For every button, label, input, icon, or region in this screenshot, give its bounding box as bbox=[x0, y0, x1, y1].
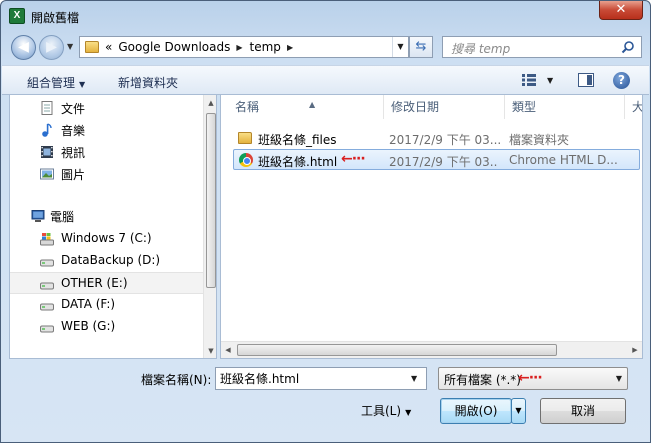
navigation-pane: 文件 音樂 視訊 圖片 電腦 Windows 7 (C:) DataBackup… bbox=[9, 95, 217, 359]
sidebar-item-videos[interactable]: 視訊 bbox=[10, 141, 203, 163]
windows-drive-icon bbox=[40, 233, 54, 246]
sidebar-item-label: DATA (F:) bbox=[61, 297, 116, 311]
sidebar-item-drive-f[interactable]: DATA (F:) bbox=[10, 294, 203, 316]
help-icon[interactable]: ? bbox=[613, 72, 630, 89]
window-title: 開啟舊檔 bbox=[31, 11, 80, 25]
file-name: 班級名條.html bbox=[258, 155, 338, 169]
address-bar[interactable]: « Google Downloads ▶ temp ▶ ▼ bbox=[79, 36, 409, 58]
new-folder-button[interactable]: 新增資料夾 bbox=[118, 74, 178, 91]
close-button[interactable]: ✕ bbox=[599, 1, 643, 20]
scroll-right-icon[interactable]: ▶ bbox=[628, 342, 642, 358]
open-button[interactable]: 開啟(O) bbox=[440, 398, 512, 424]
open-options-dropdown[interactable]: ▼ bbox=[511, 398, 526, 424]
title-bar: X 開啟舊檔 ✕ bbox=[1, 1, 650, 31]
drive-icon bbox=[40, 325, 54, 333]
open-file-dialog: X 開啟舊檔 ✕ ◀ ▶ ▼ « Google Downloads ▶ temp… bbox=[0, 0, 651, 443]
organize-label: 組合管理 bbox=[27, 76, 76, 90]
sidebar-item-computer[interactable]: 電腦 bbox=[10, 205, 203, 227]
folder-icon bbox=[85, 41, 99, 53]
address-history-dropdown[interactable]: ▼ bbox=[392, 37, 408, 57]
column-header-size[interactable]: 大 bbox=[626, 95, 642, 119]
sidebar-item-documents[interactable]: 文件 bbox=[10, 97, 203, 119]
filename-input[interactable] bbox=[215, 367, 427, 390]
excel-app-icon: X bbox=[9, 8, 25, 24]
sidebar-item-label: OTHER (E:) bbox=[61, 276, 128, 290]
scroll-up-icon[interactable]: ▲ bbox=[204, 95, 216, 111]
sidebar-item-label: 視訊 bbox=[61, 146, 86, 160]
breadcrumb-separator-icon[interactable]: ▶ bbox=[236, 43, 242, 52]
file-type-value: 所有檔案 (*.*) bbox=[444, 373, 521, 387]
recent-pages-dropdown[interactable]: ▼ bbox=[67, 42, 73, 51]
sidebar-item-label: DataBackup (D:) bbox=[61, 253, 161, 267]
annotation-arrow: ←··· bbox=[341, 151, 366, 167]
scroll-left-icon[interactable]: ◀ bbox=[221, 342, 235, 358]
tools-menu[interactable]: 工具(L) ▼ bbox=[361, 402, 411, 419]
scrollbar-thumb[interactable] bbox=[206, 113, 216, 288]
filename-history-dropdown[interactable]: ▼ bbox=[411, 374, 417, 383]
sidebar-item-label: 圖片 bbox=[61, 168, 86, 182]
column-header-type[interactable]: 類型 bbox=[506, 95, 625, 119]
sidebar-item-pictures[interactable]: 圖片 bbox=[10, 163, 203, 185]
scrollbar-thumb[interactable] bbox=[237, 344, 557, 356]
breadcrumb-separator-icon[interactable]: ▶ bbox=[287, 43, 293, 52]
file-type: Chrome HTML D... bbox=[509, 153, 618, 167]
drive-icon bbox=[40, 303, 54, 311]
refresh-button[interactable]: ⇆ bbox=[409, 36, 433, 58]
organize-menu[interactable]: 組合管理 ▼ bbox=[27, 74, 85, 91]
sidebar-item-music[interactable]: 音樂 bbox=[10, 119, 203, 141]
annotation-arrow: ←··· bbox=[518, 370, 543, 386]
file-list-pane: ▲ 名稱 修改日期 類型 大 班級名條_files 2017/2/9 下午 03… bbox=[220, 95, 643, 359]
sidebar-item-label: 文件 bbox=[61, 102, 86, 116]
breadcrumb-temp[interactable]: temp bbox=[250, 40, 281, 54]
breadcrumb-overflow[interactable]: « bbox=[105, 40, 112, 54]
tools-label: 工具(L) bbox=[361, 404, 402, 418]
document-icon bbox=[41, 101, 53, 115]
chevron-down-icon: ▼ bbox=[615, 374, 622, 383]
forward-button[interactable]: ▶ bbox=[39, 35, 64, 60]
search-input[interactable]: 搜尋 temp bbox=[442, 36, 642, 58]
file-row[interactable]: 班級名條_files 2017/2/9 下午 03... 檔案資料夾 bbox=[233, 128, 640, 149]
sidebar-item-label: 音樂 bbox=[61, 124, 86, 138]
view-options-dropdown[interactable]: ▼ bbox=[547, 76, 553, 85]
drive-icon bbox=[40, 282, 54, 290]
sidebar-item-drive-e[interactable]: OTHER (E:) bbox=[10, 272, 203, 294]
column-header-name[interactable]: ▲ 名稱 bbox=[229, 95, 384, 119]
file-row[interactable]: 班級名條.html 2017/2/9 下午 03... Chrome HTML … bbox=[233, 149, 640, 170]
column-header-label: 名稱 bbox=[235, 100, 260, 114]
chevron-down-icon: ▼ bbox=[79, 80, 86, 89]
music-icon bbox=[42, 123, 52, 137]
sidebar-item-label: 電腦 bbox=[50, 210, 75, 224]
video-icon bbox=[41, 146, 53, 158]
sort-ascending-icon: ▲ bbox=[309, 100, 316, 109]
computer-icon bbox=[31, 210, 45, 222]
file-date: 2017/2/9 下午 03... bbox=[389, 133, 501, 147]
change-view-icon[interactable] bbox=[522, 74, 536, 86]
horizontal-scrollbar[interactable]: ◀ ▶ bbox=[221, 341, 642, 358]
column-header-date[interactable]: 修改日期 bbox=[385, 95, 505, 119]
sidebar-scrollbar[interactable]: ▲ ▼ bbox=[203, 95, 216, 358]
search-icon[interactable] bbox=[621, 40, 635, 54]
chrome-icon bbox=[239, 153, 253, 167]
sidebar-item-label: Windows 7 (C:) bbox=[61, 231, 152, 245]
command-toolbar: 組合管理 ▼ 新增資料夾 ▼ ? bbox=[2, 65, 649, 95]
back-button[interactable]: ◀ bbox=[11, 35, 36, 60]
chevron-down-icon: ▼ bbox=[405, 408, 412, 417]
file-type: 檔案資料夾 bbox=[509, 133, 570, 147]
search-placeholder: 搜尋 temp bbox=[451, 42, 511, 56]
sidebar-item-drive-g[interactable]: WEB (G:) bbox=[10, 316, 203, 338]
scroll-down-icon[interactable]: ▼ bbox=[204, 343, 216, 358]
sidebar-item-drive-d[interactable]: DataBackup (D:) bbox=[10, 250, 203, 272]
preview-pane-icon[interactable] bbox=[578, 73, 594, 87]
cancel-button[interactable]: 取消 bbox=[540, 398, 626, 424]
file-name: 班級名條_files bbox=[258, 133, 337, 147]
breadcrumb-google-downloads[interactable]: Google Downloads bbox=[118, 40, 230, 54]
drive-icon bbox=[40, 259, 54, 267]
filename-label: 檔案名稱(N): bbox=[141, 373, 212, 387]
picture-icon bbox=[40, 168, 54, 180]
sidebar-item-drive-c[interactable]: Windows 7 (C:) bbox=[10, 228, 203, 250]
sidebar-item-label: WEB (G:) bbox=[61, 319, 116, 333]
file-date: 2017/2/9 下午 03... bbox=[389, 155, 497, 169]
folder-icon bbox=[238, 132, 252, 144]
